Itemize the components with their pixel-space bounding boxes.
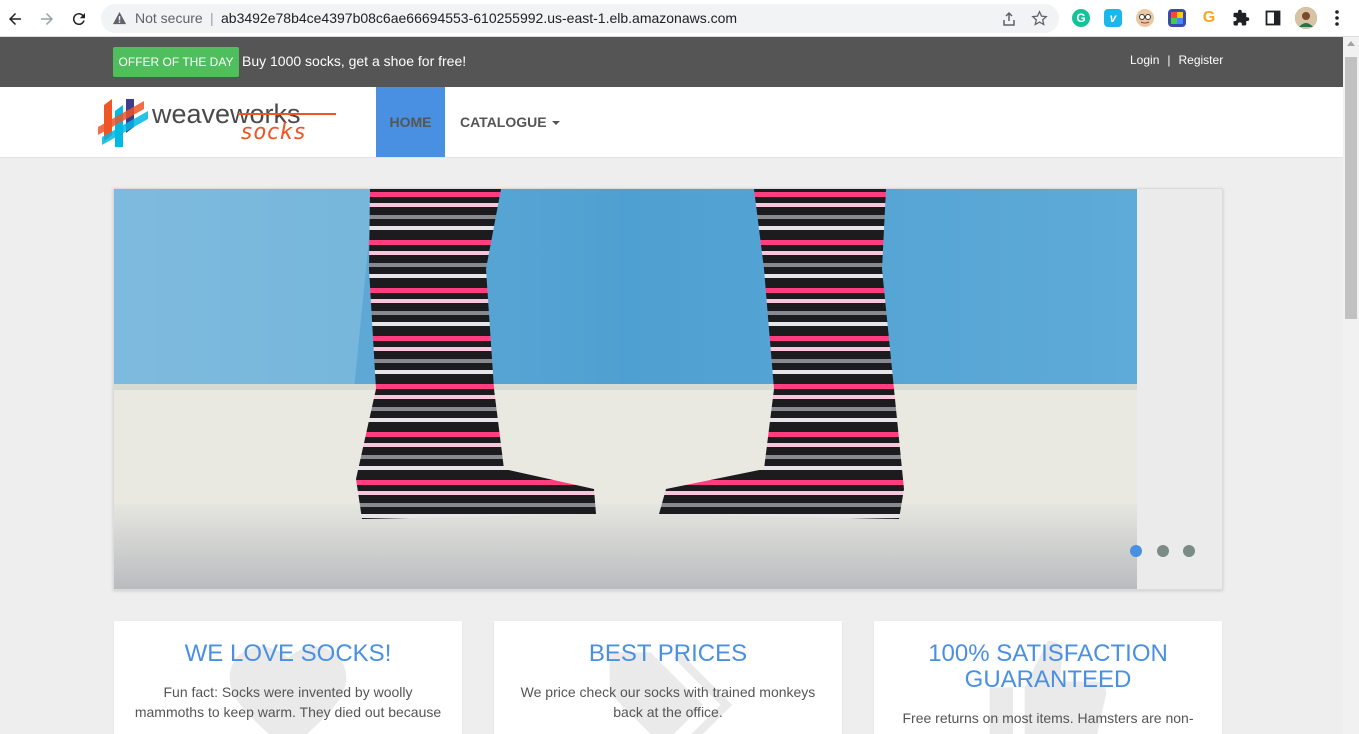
- carousel-dot-1[interactable]: [1130, 545, 1142, 557]
- caret-down-icon: [551, 121, 560, 126]
- bookmark-star-icon[interactable]: [1031, 10, 1048, 27]
- socks-slide-image: [114, 189, 1137, 589]
- puzzle-icon: [1233, 9, 1250, 26]
- logo-text-sub: socks: [240, 120, 306, 145]
- kebab-menu-icon: [1335, 10, 1339, 26]
- feature-box-best-prices: BEST PRICES We price check our socks wit…: [494, 621, 842, 734]
- extensions-puzzle-button[interactable]: [1232, 9, 1250, 27]
- back-arrow-icon: [9, 13, 21, 25]
- g-orange-extension-icon[interactable]: G: [1200, 9, 1218, 27]
- offer-of-the-day-button[interactable]: OFFER OF THE DAY: [113, 47, 239, 77]
- back-button[interactable]: [4, 8, 26, 30]
- feature-title: WE LOVE SOCKS!: [184, 640, 392, 667]
- feature-text: Free returns on most items. Hamsters are…: [902, 710, 1194, 726]
- catalogue-label: CATALOGUE: [460, 114, 547, 130]
- page-scrollbar[interactable]: [1343, 37, 1359, 734]
- hero-carousel[interactable]: [113, 188, 1223, 590]
- scrollbar-thumb[interactable]: [1345, 57, 1357, 319]
- feature-box-satisfaction: 100% SATISFACTION GUARANTEED Free return…: [874, 621, 1222, 734]
- weave-mark-icon: [98, 99, 148, 147]
- feature-text: We price check our socks with trained mo…: [520, 684, 816, 720]
- side-panel-icon: [1265, 10, 1281, 26]
- auth-divider: |: [1167, 53, 1171, 67]
- offer-topbar: OFFER OF THE DAY Buy 1000 socks, get a s…: [0, 37, 1343, 87]
- feature-title: 100% SATISFACTION GUARANTEED: [928, 640, 1168, 693]
- face-glyph-icon: [1139, 14, 1151, 24]
- color-blocks-icon: [1171, 12, 1183, 24]
- url-separator: |: [210, 10, 214, 26]
- forward-arrow-icon: [41, 13, 53, 25]
- weaveworks-socks-logo[interactable]: weaveworks socks: [98, 97, 338, 149]
- share-icon[interactable]: [1001, 11, 1017, 27]
- warning-triangle-icon: [112, 11, 127, 25]
- feature-box-love-socks: WE LOVE SOCKS! Fun fact: Socks were inve…: [114, 621, 462, 734]
- scroll-up-arrow-icon[interactable]: [1347, 41, 1355, 46]
- nav-catalogue-dropdown[interactable]: CATALOGUE: [460, 114, 560, 130]
- grammarly-extension-icon[interactable]: G: [1072, 9, 1090, 27]
- browser-toolbar: Not secure | ab3492e78b4ce4397b08c6ae666…: [0, 0, 1359, 37]
- browser-menu-button[interactable]: [1328, 9, 1346, 27]
- side-panel-button[interactable]: [1264, 9, 1282, 27]
- security-label[interactable]: Not secure: [135, 10, 203, 26]
- url-text[interactable]: ab3492e78b4ce4397b08c6ae66694553-6102559…: [221, 10, 737, 26]
- reload-icon: [72, 13, 85, 26]
- auth-links: Login | Register: [1130, 53, 1223, 67]
- address-bar[interactable]: Not secure | ab3492e78b4ce4397b08c6ae666…: [101, 4, 1059, 33]
- feature-title: BEST PRICES: [588, 640, 748, 667]
- carousel-dot-2[interactable]: [1157, 545, 1169, 557]
- main-navbar: weaveworks socks HOME CATALOGUE: [0, 87, 1343, 158]
- offer-text: Buy 1000 socks, get a shoe for free!: [242, 53, 467, 69]
- avatar-person-icon: [1295, 7, 1317, 29]
- forward-button[interactable]: [36, 8, 58, 30]
- face-extension-icon[interactable]: [1136, 9, 1154, 27]
- login-link[interactable]: Login: [1130, 53, 1159, 67]
- vimeo-extension-icon[interactable]: v: [1104, 9, 1122, 27]
- feature-text: Fun fact: Socks were invented by woolly …: [134, 684, 442, 720]
- profile-avatar[interactable]: [1295, 7, 1317, 29]
- colorful-extension-icon[interactable]: [1168, 9, 1186, 27]
- nav-home-tab[interactable]: HOME: [376, 87, 445, 157]
- register-link[interactable]: Register: [1179, 53, 1224, 67]
- carousel-dot-3[interactable]: [1183, 545, 1195, 557]
- reload-button[interactable]: [68, 8, 90, 30]
